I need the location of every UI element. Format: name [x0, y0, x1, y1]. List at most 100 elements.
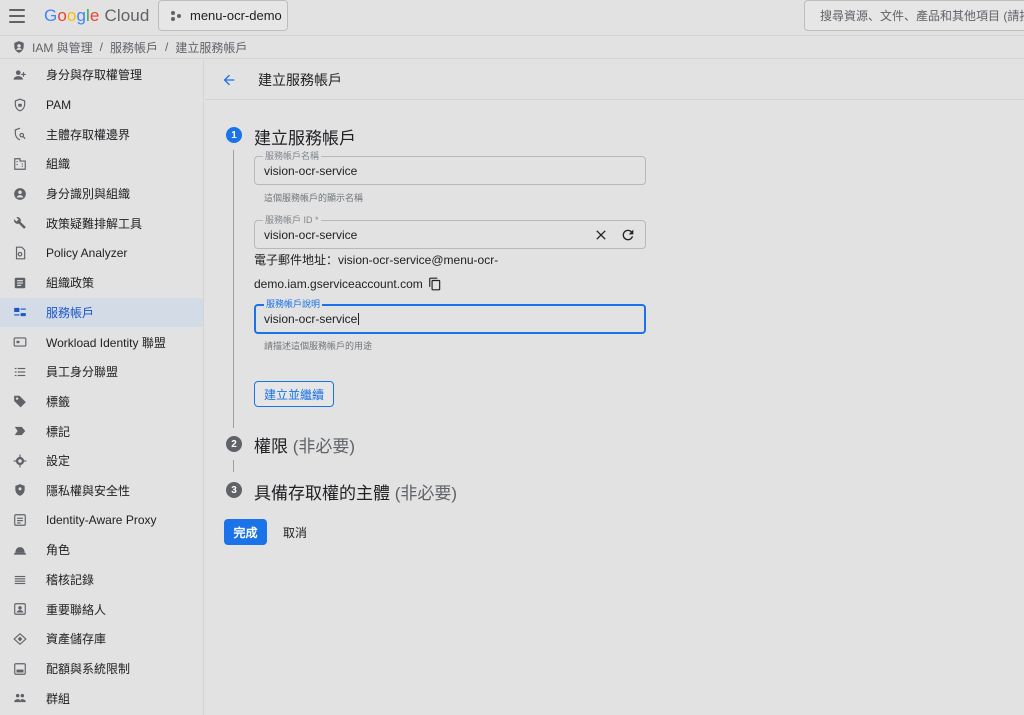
sidebar-item[interactable]: 主體存取權邊界	[0, 119, 203, 149]
document-search-icon	[12, 245, 28, 261]
sidebar: 身分與存取權管理 PAM 主體存取權邊界 組織身分識別與組織 政策疑難排解工具 Polic…	[0, 60, 204, 715]
sidebar-item-label: 主體存取權邊界	[46, 127, 131, 142]
quota-icon	[12, 661, 28, 677]
group-icon	[12, 690, 28, 706]
label-icon	[12, 423, 28, 439]
shield-lock-icon	[12, 97, 28, 113]
service-account-id-value: vision-ocr-service	[264, 228, 358, 242]
step-3-title[interactable]: 具備存取權的主體 (非必要)	[254, 479, 457, 504]
sidebar-item[interactable]: 重要聯絡人	[0, 594, 203, 624]
sidebar-item-label: 服務帳戶	[46, 305, 95, 320]
service-account-id-label: 服務帳戶 ID *	[263, 215, 321, 225]
service-account-name-label: 服務帳戶名稱	[263, 151, 322, 161]
step-connector	[233, 460, 234, 472]
sidebar-item-label: 身分與存取權管理	[46, 68, 143, 83]
sidebar-item-label: 群組	[46, 691, 71, 706]
service-account-description-field[interactable]: 服務帳戶說明 vision-ocr-service	[254, 299, 646, 334]
service-account-icon	[12, 304, 28, 320]
shield-icon	[14, 41, 24, 53]
sidebar-item[interactable]: 資產儲存庫	[0, 624, 203, 654]
article-icon	[12, 275, 28, 291]
service-account-name-hint: 這個服務帳戶的顯示名稱	[264, 193, 364, 203]
sidebar-item-label: Workload Identity 聯盟	[46, 335, 166, 350]
sidebar-item-label: 標籤	[46, 394, 71, 409]
step-2-number: 2	[226, 436, 242, 452]
service-account-name-value: vision-ocr-service	[264, 164, 358, 178]
service-account-description-text: vision-ocr-service	[264, 312, 360, 326]
sidebar-item-label: 角色	[46, 543, 71, 558]
sidebar-item-label: 重要聯絡人	[46, 602, 107, 617]
create-and-continue-button[interactable]: 建立並繼續	[254, 381, 334, 407]
sidebar-item[interactable]: 組織政策	[0, 268, 203, 298]
privacy-shield-icon	[12, 482, 28, 498]
sidebar-item[interactable]: 角色	[0, 535, 203, 565]
sidebar-item-label: PAM	[46, 97, 72, 112]
account-circle-icon	[12, 186, 28, 202]
contact-icon	[12, 601, 28, 617]
project-picker[interactable]: menu-ocr-demo	[158, 0, 288, 31]
page-title: 建立服務帳戶	[258, 71, 342, 88]
step-1-label: 建立服務帳戶	[254, 129, 356, 148]
search-input[interactable]: 搜尋資源、文件、產品和其他項目 (請按	[804, 0, 1024, 31]
text-caret	[358, 313, 360, 325]
sidebar-item[interactable]: 身分與存取權管理	[0, 60, 203, 90]
sidebar-item[interactable]: 群組	[0, 683, 203, 713]
diamond-icon	[12, 631, 28, 647]
sidebar-item[interactable]: 員工身分聯盟	[0, 357, 203, 387]
sidebar-item[interactable]: Identity-Aware Proxy	[0, 505, 203, 535]
sidebar-item-label: 政策疑難排解工具	[46, 216, 143, 231]
back-arrow-icon[interactable]	[221, 72, 237, 88]
step-connector	[233, 150, 234, 428]
breadcrumb-service-accounts[interactable]: 服務帳戶	[110, 39, 158, 56]
service-account-description-value: vision-ocr-service	[264, 312, 358, 326]
sidebar-item-label: 配額與系統限制	[46, 662, 131, 677]
service-account-name-field[interactable]: 服務帳戶名稱 vision-ocr-service	[254, 151, 646, 185]
step-2-title[interactable]: 權限 (非必要)	[254, 432, 355, 457]
breadcrumb-current: 建立服務帳戶	[175, 40, 248, 55]
sidebar-item[interactable]: 服務帳戶	[0, 297, 203, 328]
step-3-label: 具備存取權的主體	[254, 484, 390, 503]
project-icon	[171, 10, 181, 21]
service-account-id-field[interactable]: 服務帳戶 ID * vision-ocr-service	[254, 215, 646, 249]
refresh-icon[interactable]	[620, 227, 636, 243]
google-cloud-logo[interactable]: Google Cloud	[44, 6, 149, 26]
sidebar-item[interactable]: 組織	[0, 149, 203, 179]
breadcrumb-separator: /	[99, 40, 104, 54]
project-name: menu-ocr-demo	[190, 8, 282, 23]
sidebar-item[interactable]: 配額與系統限制	[0, 654, 203, 684]
sidebar-item[interactable]: 標籤	[0, 387, 203, 417]
sidebar-item[interactable]: 稽核記錄	[0, 565, 203, 595]
breadcrumb-iam[interactable]: IAM 與管理	[32, 39, 93, 56]
sidebar-item[interactable]: 設定	[0, 446, 203, 476]
sidebar-item[interactable]: PAM	[0, 90, 203, 120]
sidebar-item[interactable]: 身分識別與組織	[0, 179, 203, 209]
sidebar-item[interactable]: Policy Analyzer	[0, 238, 203, 268]
sidebar-item-label: 稽核記錄	[46, 573, 95, 588]
wrench-icon	[12, 215, 28, 231]
sidebar-item[interactable]: 隱私權與安全性	[0, 476, 203, 506]
list-icon	[12, 364, 28, 380]
sidebar-item-label: 員工身分聯盟	[46, 365, 119, 380]
sidebar-item-label: 組織政策	[46, 276, 95, 291]
sidebar-item[interactable]: Workload Identity 聯盟	[0, 327, 203, 357]
done-button[interactable]: 完成	[224, 519, 267, 545]
step-1-title[interactable]: 建立服務帳戶	[254, 124, 356, 149]
breadcrumb-separator: /	[165, 40, 169, 54]
clear-icon[interactable]	[593, 227, 609, 243]
sidebar-item-label: 組織	[46, 157, 71, 172]
copy-icon[interactable]	[428, 277, 442, 291]
page-header: 建立服務帳戶	[205, 60, 1024, 100]
sidebar-item-label: 身分識別與組織	[46, 187, 131, 202]
sidebar-item-label: 設定	[46, 454, 71, 469]
menu-icon[interactable]	[9, 9, 25, 23]
cancel-button[interactable]: 取消	[276, 519, 314, 545]
lines-icon	[12, 572, 28, 588]
service-account-description-label: 服務帳戶說明	[264, 299, 323, 309]
sidebar-item[interactable]: 標記	[0, 416, 203, 446]
step-2-label: 權限	[254, 437, 288, 456]
step-3-optional: (非必要)	[394, 484, 458, 503]
badge-icon	[12, 334, 28, 350]
sidebar-item[interactable]: 政策疑難排解工具	[0, 208, 203, 238]
proxy-icon	[12, 512, 28, 528]
sidebar-item-label: Policy Analyzer	[46, 245, 128, 260]
